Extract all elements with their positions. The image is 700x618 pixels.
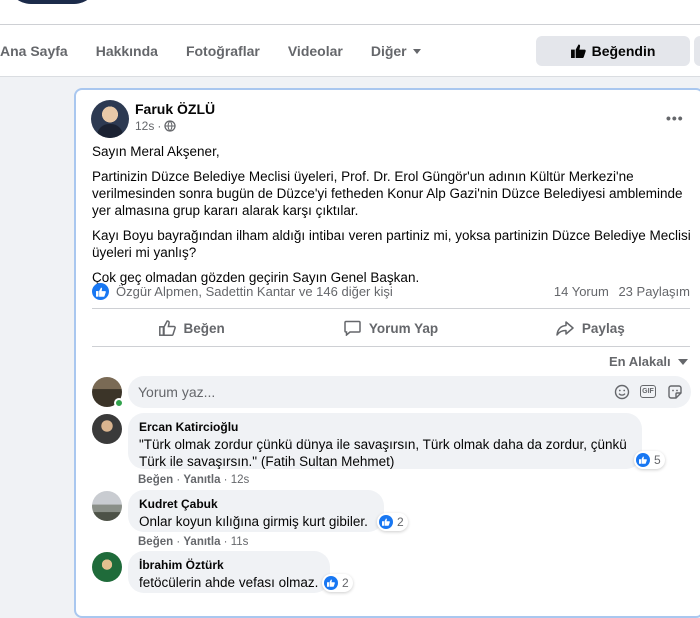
comment-reply-link[interactable]: Yanıtla <box>183 474 220 486</box>
meta-separator: · <box>157 119 162 133</box>
comment-button[interactable]: Yorum Yap <box>291 312 490 344</box>
comment-bubble: İbrahim Öztürk fetöcülerin ahde vefası o… <box>128 551 330 593</box>
comment-reactions[interactable]: 2 <box>322 574 353 592</box>
meta-separator: · <box>223 474 231 486</box>
post-actions: Beğen Yorum Yap Paylaş <box>92 312 690 344</box>
sort-label: En Alakalı <box>609 354 671 369</box>
like-reaction-icon <box>379 515 393 529</box>
profile-picture-edge <box>5 0 100 6</box>
tab-more-label: Diğer <box>370 43 407 59</box>
commenter-avatar[interactable] <box>92 552 122 582</box>
post-card: Faruk ÖZLÜ 12s · ••• Sayın Meral Akşener… <box>74 88 700 618</box>
like-reaction-icon <box>92 283 109 300</box>
post-paragraph: Kayı Boyu bayrağından ilham aldığı intib… <box>92 228 691 260</box>
tab-photos[interactable]: Fotoğraflar <box>172 25 274 77</box>
caret-down-icon <box>412 48 421 54</box>
comment-reaction-count: 2 <box>342 576 349 590</box>
like-outline-icon <box>158 320 176 336</box>
globe-icon <box>164 120 177 132</box>
tab-home[interactable]: Ana Sayfa <box>0 25 82 77</box>
emoji-icon[interactable] <box>613 383 630 400</box>
commenter-name[interactable]: Ercan Katircioğlu <box>139 420 631 434</box>
online-status-dot <box>114 398 124 408</box>
like-page-button[interactable]: Beğendin <box>536 36 690 66</box>
commenter-name[interactable]: Kudret Çabuk <box>139 497 373 511</box>
comment-icon <box>344 320 361 336</box>
comment-meta: Beğen · Yanıtla · 12s <box>138 474 249 486</box>
divider <box>92 308 690 309</box>
comment-sort-dropdown[interactable]: En Alakalı <box>609 354 688 369</box>
comment-text: Onlar koyun kılığına girmiş kurt gibiler… <box>139 514 368 529</box>
divider <box>92 346 690 347</box>
like-page-label: Beğendin <box>591 43 656 59</box>
comment-bubble: Kudret Çabuk Onlar koyun kılığına girmiş… <box>128 490 384 532</box>
post-meta: 12s · <box>135 119 177 133</box>
comment-text: fetöcülerin ahde vefası olmaz. <box>139 575 319 590</box>
commenter-name[interactable]: İbrahim Öztürk <box>139 558 319 572</box>
post-paragraph: Sayın Meral Akşener, <box>92 144 220 159</box>
engagement-counts: 14 Yorum 23 Paylaşım <box>548 284 690 299</box>
comment-text: "Türk olmak zordur çünkü dünya ile savaş… <box>139 437 627 469</box>
post-author[interactable]: Faruk ÖZLÜ <box>135 101 215 117</box>
tab-videos[interactable]: Videolar <box>274 25 357 77</box>
reactions-summary: Özgür Alpmen, Sadettin Kantar ve 146 diğ… <box>92 282 690 302</box>
comment-reply-link[interactable]: Yanıtla <box>183 536 220 548</box>
gif-icon[interactable]: GIF <box>640 385 656 398</box>
meta-separator: · <box>223 536 231 548</box>
share-label: Paylaş <box>581 320 625 336</box>
like-label: Beğen <box>183 320 225 336</box>
comment-like-link[interactable]: Beğen <box>138 474 173 486</box>
comment-reaction-count: 5 <box>654 453 661 467</box>
composer-tools: GIF <box>613 383 683 400</box>
post-time[interactable]: 12s <box>135 119 154 133</box>
post-paragraph: Partinizin Düzce Belediye Meclisi üyeler… <box>92 169 683 218</box>
comment-input[interactable] <box>128 376 598 408</box>
page-header: Ana Sayfa Hakkında Fotoğraflar Videolar … <box>0 0 700 77</box>
caret-down-icon <box>677 358 688 365</box>
comment-reactions[interactable]: 5 <box>634 451 665 469</box>
tab-about[interactable]: Hakkında <box>82 25 172 77</box>
tab-more[interactable]: Diğer <box>357 25 435 77</box>
comment-like-link[interactable]: Beğen <box>138 536 173 548</box>
share-icon <box>556 320 574 336</box>
more-page-options-button[interactable] <box>694 36 700 66</box>
like-reaction-icon <box>636 453 650 467</box>
share-button[interactable]: Paylaş <box>491 312 690 344</box>
comment-composer: GIF <box>128 376 691 408</box>
comment-bubble: Ercan Katircioğlu "Türk olmak zordur çün… <box>128 413 642 469</box>
author-avatar[interactable] <box>91 100 129 138</box>
comment-reaction-count: 2 <box>397 515 404 529</box>
comment-time[interactable]: 11s <box>231 536 249 548</box>
comment-meta: Beğen · Yanıtla · 11s <box>138 536 248 548</box>
reactors-text[interactable]: Özgür Alpmen, Sadettin Kantar ve 146 diğ… <box>116 284 393 299</box>
like-thumb-icon <box>570 44 586 58</box>
sticker-icon[interactable] <box>666 383 683 400</box>
comments-count[interactable]: 14 Yorum <box>554 284 609 299</box>
more-icon[interactable]: ••• <box>666 110 684 126</box>
like-reaction-icon <box>324 576 338 590</box>
like-button[interactable]: Beğen <box>92 312 291 344</box>
post-body: Sayın Meral Akşener, Partinizin Düzce Be… <box>92 143 692 294</box>
comment-label: Yorum Yap <box>368 320 439 336</box>
commenter-avatar[interactable] <box>92 414 122 444</box>
commenter-avatar[interactable] <box>92 491 122 521</box>
shares-count[interactable]: 23 Paylaşım <box>618 284 690 299</box>
comment-time[interactable]: 12s <box>231 474 250 486</box>
comment-reactions[interactable]: 2 <box>377 513 408 531</box>
page-tabs: Ana Sayfa Hakkında Fotoğraflar Videolar … <box>0 25 435 77</box>
